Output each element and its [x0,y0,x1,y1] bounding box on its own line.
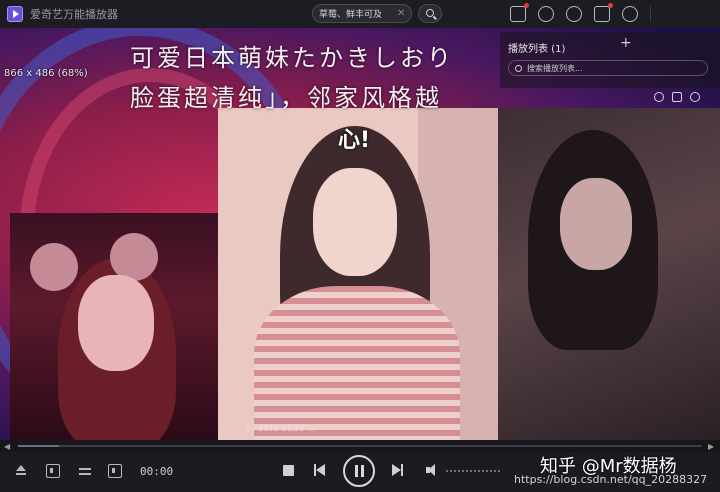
seek-forward-icon[interactable]: ▶ [708,442,714,451]
playlist-folder-icon[interactable] [672,92,682,102]
gift-icon[interactable] [594,3,613,22]
title-bar: 爱奇艺万能播放器 ✕ [0,0,720,28]
search-box[interactable]: ✕ [312,4,412,23]
seek-progress-fill [18,445,60,447]
video-caption-line2: 脸蛋超清纯」，邻家风格越 [130,84,442,112]
video-frame-left-photo [10,213,220,440]
previous-button[interactable] [314,464,326,476]
playlist-title[interactable]: 播放列表 (1) [508,40,565,55]
pause-button[interactable] [343,455,375,487]
next-button[interactable] [392,464,404,476]
search-input[interactable] [319,8,395,19]
stop-button[interactable] [283,465,294,476]
search-clear-icon[interactable]: ✕ [397,8,405,19]
notification-icon[interactable] [510,3,529,22]
sync-icon[interactable] [538,6,554,22]
mouse-ear-right [110,233,158,281]
subtitle-icon[interactable] [108,464,122,478]
resolution-overlay: 866 x 486 (68%) [4,68,88,79]
face-shape [313,168,397,276]
playlist-panel-actions [654,92,700,102]
video-caption-line1: 可爱日本萌妹たかきしおり [130,44,454,72]
search-button[interactable] [418,4,442,23]
mouse-ear-left [30,243,78,291]
striped-shirt-shape [254,286,460,440]
equalizer-icon[interactable] [78,464,92,478]
seek-track[interactable] [18,445,702,447]
face-shape [78,275,154,371]
open-file-icon[interactable] [14,464,28,478]
skin-icon[interactable] [566,6,582,22]
seek-bar[interactable]: ◀ ▶ [0,440,720,452]
watermark-url: https://blog.csdn.net/qq_20288327 [514,473,708,486]
playback-time: 00:00 [140,465,174,478]
volume-slider[interactable] [446,470,500,472]
playlist-panel: 播放列表 (1) + [500,32,720,88]
playlist-settings-icon[interactable] [654,92,664,102]
control-bar: 00:00 知乎 @Mr数据杨 https://blog.csdn.net/qq… [0,452,720,492]
playlist-search-box[interactable] [508,60,708,76]
toolbar-divider [650,6,651,22]
search-icon [426,9,434,17]
history-icon[interactable] [622,6,638,22]
video-stage[interactable]: 可爱日本萌妹たかきしおり 脸蛋超清纯」，邻家风格越 866 x 486 (68%… [0,28,720,440]
app-logo-icon[interactable] [7,6,23,22]
playlist-more-icon[interactable] [690,92,700,102]
search-icon [515,64,522,72]
video-frame-center-photo [218,108,500,440]
screenshot-icon[interactable] [46,464,60,478]
seek-back-icon[interactable]: ◀ [4,442,10,451]
volume-icon[interactable] [426,464,440,476]
face-shape [560,178,632,270]
video-tag-text: by 2019 01/20 ... [246,424,315,433]
app-title: 爱奇艺万能播放器 [30,8,118,21]
playlist-search-input[interactable] [527,63,687,73]
playlist-add-icon[interactable]: + [620,35,632,51]
video-frame-right-photo [498,108,720,440]
top-toolbar [510,3,651,22]
video-sticker-text: 心! [338,128,371,153]
